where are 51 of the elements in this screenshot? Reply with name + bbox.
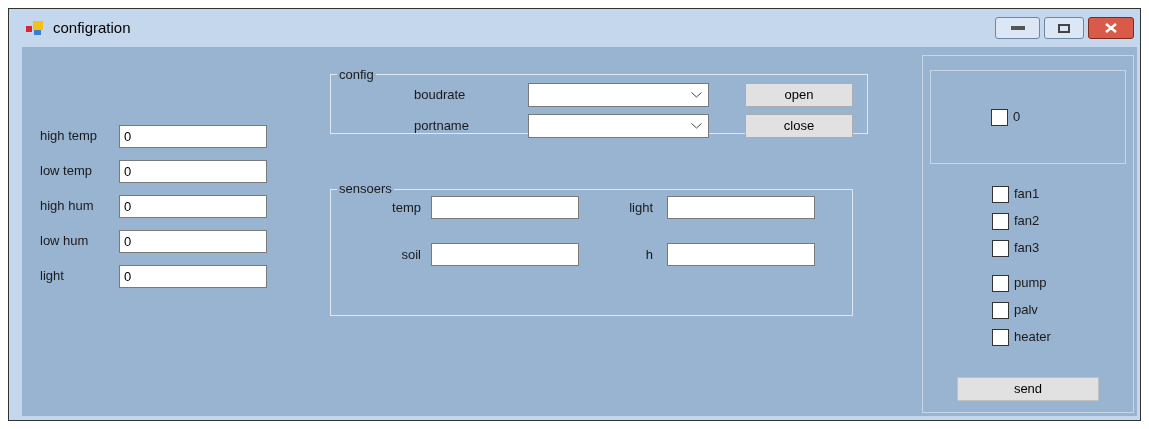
form-button[interactable]: close [745,114,853,138]
checkbox-label: pump [1014,274,1047,293]
close-icon [1105,23,1117,33]
combo-box[interactable] [528,83,709,107]
maximize-icon [1058,23,1070,33]
field-label: high temp [39,127,99,146]
input-field[interactable] [667,243,815,266]
maximize-button[interactable] [1044,17,1084,39]
checkbox-label: fan1 [1014,185,1040,204]
checkbox[interactable] [991,108,1008,126]
input-field[interactable]: 0 [119,159,267,183]
checkbox-label: heater [1014,328,1051,347]
checkbox[interactable] [992,212,1009,230]
field-label: high hum [39,197,95,216]
field-label: low hum [39,232,90,251]
field-label: boudrate [413,86,467,105]
input-field[interactable]: 0 [119,194,267,218]
input-field[interactable]: 0 [119,264,267,288]
input-field[interactable]: 0 [119,124,267,148]
input-field[interactable] [431,196,579,219]
checkbox-label: palv [1014,301,1038,320]
checkbox-label: fan2 [1014,212,1040,231]
app-icon [25,20,45,36]
send-button[interactable]: send [957,377,1099,401]
checkbox[interactable] [992,328,1009,346]
field-label: light [39,267,65,286]
checkbox[interactable] [992,185,1009,203]
minimize-icon [1010,26,1025,30]
input-field[interactable] [667,196,815,219]
combo-box[interactable] [528,114,709,138]
close-button[interactable] [1088,17,1134,39]
minimize-button[interactable] [995,17,1040,39]
field-label: temp [391,198,422,217]
field-label: low temp [39,162,94,181]
form-button[interactable]: open [745,83,853,107]
checkbox-label: 0 [1013,108,1021,127]
checkbox[interactable] [992,274,1009,292]
field-label: portname [413,117,470,136]
checkbox-label: fan3 [1014,239,1040,258]
checkbox[interactable] [992,239,1009,257]
field-label: soil [400,245,422,264]
input-field[interactable]: 0 [119,229,267,253]
field-label: h [644,245,654,264]
chevron-down-icon [691,123,702,129]
group-title: config [338,66,375,84]
window-title: configration [53,17,131,38]
input-field[interactable] [431,243,579,266]
checkbox[interactable] [992,301,1009,319]
field-label: light [628,198,654,217]
chevron-down-icon [691,92,702,98]
group-title: sensoers [338,182,393,196]
